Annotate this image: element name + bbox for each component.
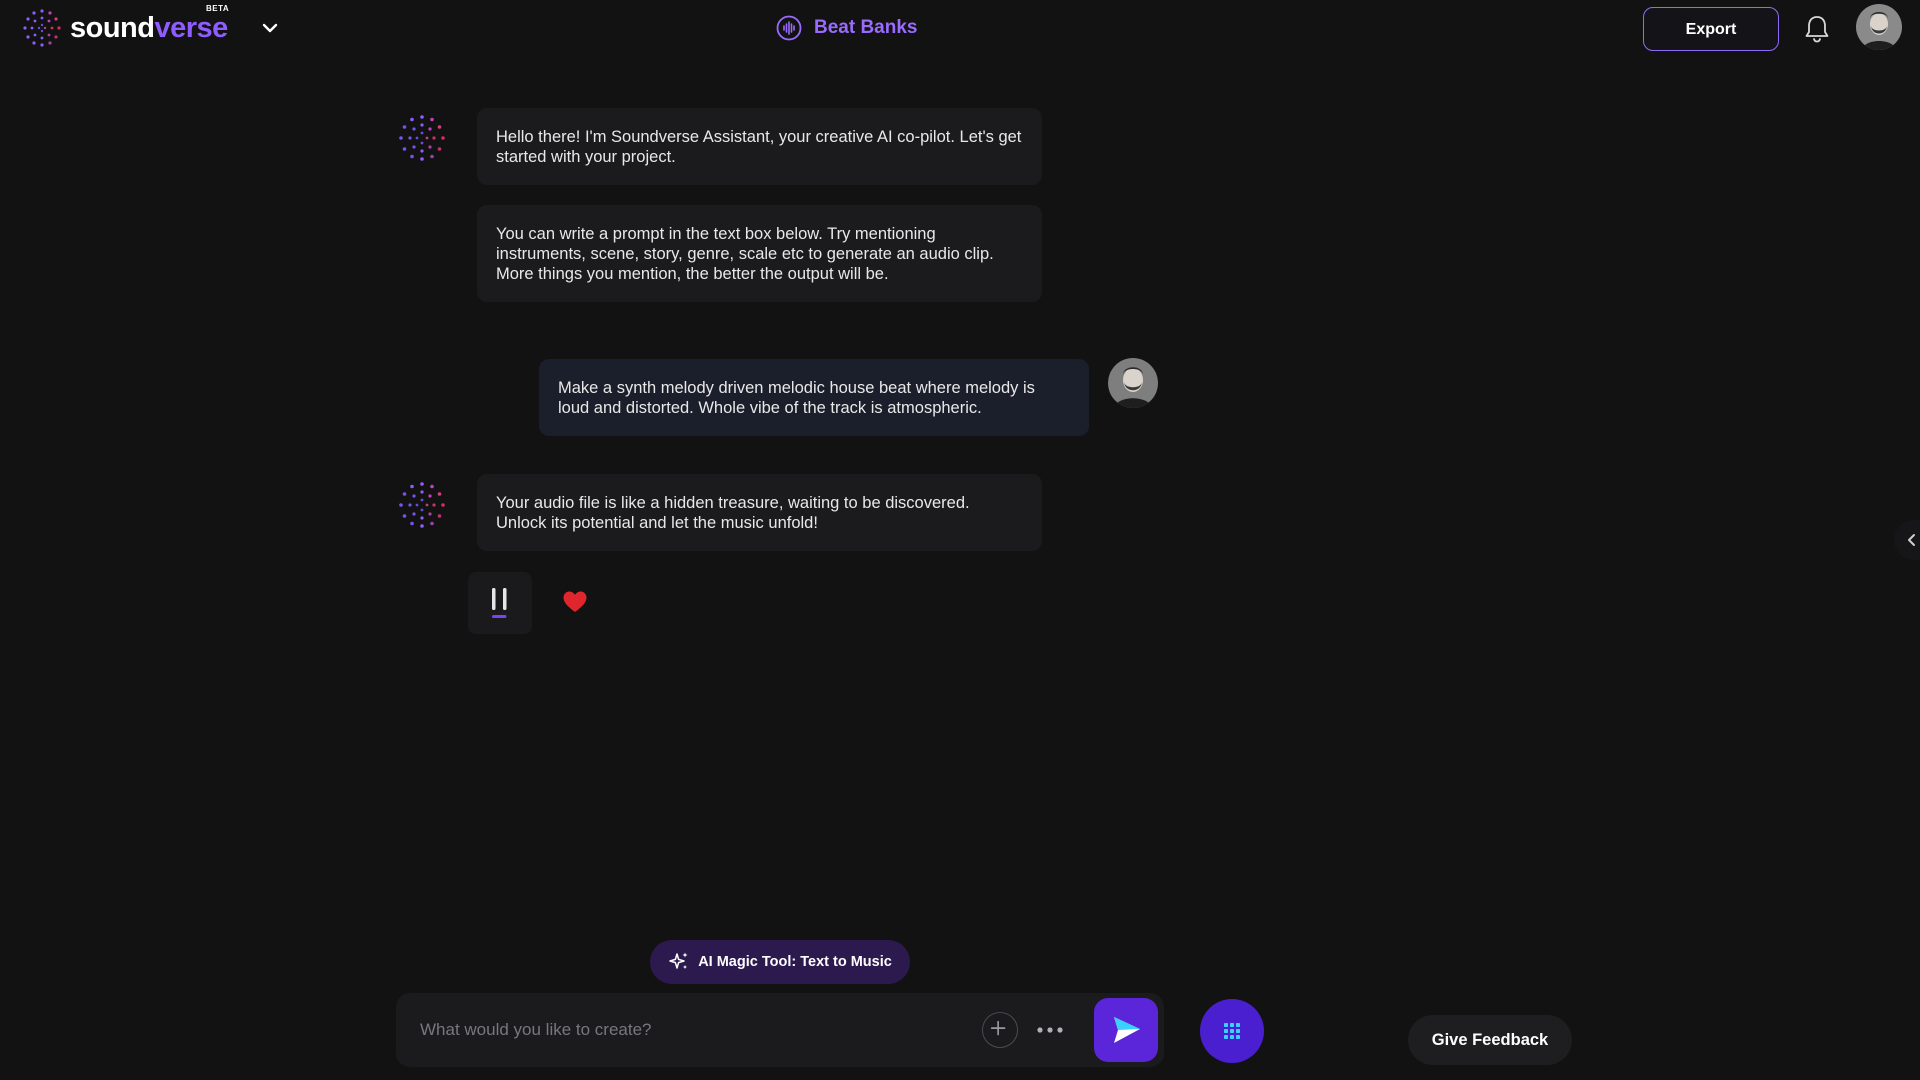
brand-name-part2: verse	[154, 12, 229, 44]
plus-icon	[990, 1020, 1006, 1036]
prompt-input[interactable]	[420, 1013, 980, 1047]
page-title: Beat Banks	[776, 15, 918, 41]
user-message: Make a synth melody driven melodic house…	[539, 359, 1089, 436]
chevron-left-icon	[1908, 534, 1915, 546]
send-icon	[1114, 1017, 1140, 1043]
user-message-avatar	[1108, 358, 1158, 408]
side-panel-toggle[interactable]	[1894, 520, 1920, 560]
pause-button[interactable]	[468, 572, 532, 634]
pause-icon	[492, 588, 507, 618]
top-bar: soundverse BETA Beat Banks Export	[0, 0, 1920, 58]
ai-magic-tool-label: AI Magic Tool: Text to Music	[698, 954, 892, 970]
more-horizontal-icon[interactable]	[1032, 1018, 1068, 1042]
chevron-down-icon[interactable]	[260, 18, 280, 38]
ai-magic-tool-button[interactable]: AI Magic Tool: Text to Music	[650, 940, 910, 984]
soundverse-logo-icon	[23, 9, 61, 47]
heart-icon[interactable]	[562, 590, 588, 614]
user-avatar-icon	[1108, 358, 1158, 408]
audio-wave-circle-icon	[776, 15, 802, 41]
export-button[interactable]: Export	[1643, 7, 1779, 51]
brand[interactable]: soundverse	[22, 8, 228, 48]
page-title-text: Beat Banks	[814, 17, 918, 38]
user-avatar[interactable]	[1856, 4, 1902, 50]
assistant-avatar-icon	[399, 482, 445, 528]
sparkles-icon	[669, 952, 688, 969]
give-feedback-button[interactable]: Give Feedback	[1408, 1015, 1572, 1065]
apps-grid-button[interactable]	[1200, 999, 1264, 1063]
grid-icon	[1224, 1023, 1240, 1039]
bell-icon[interactable]	[1800, 12, 1834, 46]
prompt-composer	[396, 993, 1164, 1067]
assistant-message: Your audio file is like a hidden treasur…	[477, 474, 1042, 551]
send-button[interactable]	[1094, 998, 1158, 1062]
brand-name: soundverse	[70, 8, 228, 48]
add-attachment-button[interactable]	[982, 1012, 1018, 1048]
app-root: soundverse BETA Beat Banks Export Hello …	[0, 0, 1920, 1080]
assistant-message: You can write a prompt in the text box b…	[477, 205, 1042, 302]
assistant-avatar-icon	[399, 115, 445, 161]
assistant-message: Hello there! I'm Soundverse Assistant, y…	[477, 108, 1042, 185]
beta-badge: BETA	[206, 4, 230, 13]
user-avatar-icon	[1856, 4, 1902, 50]
brand-name-part1: sound	[70, 12, 155, 44]
